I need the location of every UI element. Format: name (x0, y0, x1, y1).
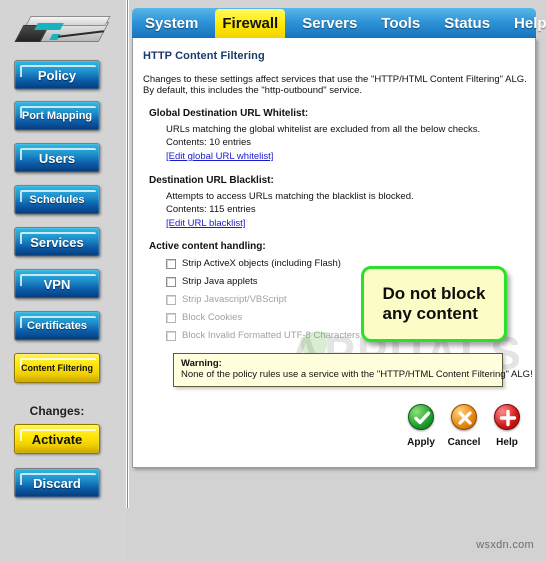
sidebar-item-label: Policy (37, 67, 77, 83)
sidebar-item-port-mapping[interactable]: Port Mapping (14, 101, 100, 131)
whitelist-contents: Contents: 10 entries (166, 137, 252, 148)
activate-button-label: Activate (31, 431, 83, 447)
strip-java-applets-checkbox[interactable] (166, 276, 176, 287)
whitelist-description: URLs matching the global whitelist are e… (166, 124, 481, 135)
strip-javascript-vbscript-checkbox[interactable] (166, 294, 176, 305)
sidebar-item-services[interactable]: Services (14, 227, 100, 257)
tab-label: System (145, 15, 199, 32)
sidebar-item-policy[interactable]: Policy (14, 60, 100, 90)
checkbox-row-strip-activex[interactable]: Strip ActiveX objects (including Flash) (166, 258, 341, 269)
sidebar-item-schedules[interactable]: Schedules (14, 185, 100, 215)
sidebar-item-users[interactable]: Users (14, 143, 100, 173)
checkbox-row-strip-java[interactable]: Strip Java applets (166, 276, 258, 287)
changes-section-label: Changes: (29, 404, 85, 418)
intro-line-2: By default, this includes the "http-outb… (143, 85, 363, 96)
activate-button[interactable]: Activate (14, 424, 100, 454)
sidebar-item-vpn[interactable]: VPN (14, 269, 100, 299)
blacklist-heading: Destination URL Blacklist: (149, 175, 274, 186)
sidebar-item-label: Services (30, 234, 84, 250)
sidebar-item-label: Certificates (27, 319, 87, 332)
checkbox-label: Block Cookies (182, 312, 243, 323)
tab-firewall[interactable]: Firewall (215, 9, 286, 38)
apply-button[interactable]: Apply (403, 404, 439, 456)
checkbox-label: Strip Java applets (182, 276, 258, 287)
help-button[interactable]: Help (489, 404, 525, 456)
strip-activex-checkbox[interactable] (166, 258, 176, 269)
source-watermark: wsxdn.com (476, 539, 534, 551)
main-panel: System Firewall Servers Tools Status Hel… (132, 8, 546, 468)
warning-title: Warning: (181, 358, 222, 369)
action-button-row: Apply Cancel Help (403, 404, 525, 456)
help-button-label: Help (496, 437, 518, 448)
tab-system[interactable]: System (138, 9, 205, 38)
checkbox-label: Block Invalid Formatted UTF-8 Characters (182, 330, 360, 341)
sidebar-divider (126, 0, 129, 508)
discard-button[interactable]: Discard (14, 468, 100, 498)
router-device-image (14, 10, 112, 52)
checkbox-label: Strip Javascript/VBScript (182, 294, 287, 305)
checkbox-row-strip-javascript[interactable]: Strip Javascript/VBScript (166, 294, 287, 305)
x-circle-icon (451, 404, 477, 430)
warning-body: None of the policy rules use a service w… (181, 369, 533, 380)
discard-button-label: Discard (33, 475, 81, 491)
blacklist-contents: Contents: 115 entries (166, 204, 256, 215)
tab-label: Firewall (222, 15, 279, 32)
active-content-heading: Active content handling: (149, 241, 266, 252)
checkbox-row-block-invalid-utf8[interactable]: Block Invalid Formatted UTF-8 Characters (166, 330, 360, 341)
warning-box: Warning: None of the policy rules use a … (173, 353, 533, 387)
annotation-callout: Do not block any content (361, 266, 507, 342)
block-cookies-checkbox[interactable] (166, 312, 176, 323)
tab-status[interactable]: Status (437, 9, 497, 38)
intro-line-1: Changes to these settings affect service… (143, 74, 527, 85)
tab-label: Help (514, 15, 546, 32)
edit-url-blacklist-link[interactable]: [Edit URL blacklist] (166, 218, 245, 229)
cancel-button[interactable]: Cancel (446, 404, 482, 456)
annotation-callout-text: Do not block any content (382, 284, 486, 323)
whitelist-heading: Global Destination URL Whitelist: (149, 108, 309, 119)
blacklist-description: Attempts to access URLs matching the bla… (166, 191, 414, 202)
tab-servers[interactable]: Servers (295, 9, 364, 38)
cancel-button-label: Cancel (447, 437, 481, 448)
tab-help[interactable]: Help (507, 9, 546, 38)
checkbox-label: Strip ActiveX objects (including Flash) (182, 258, 341, 269)
edit-global-url-whitelist-link[interactable]: [Edit global URL whitelist] (166, 151, 273, 162)
sidebar-item-label: Schedules (29, 193, 85, 206)
sidebar-item-label: Users (38, 150, 76, 166)
check-circle-icon (408, 404, 434, 430)
page-title: HTTP Content Filtering (143, 50, 265, 62)
apply-button-label: Apply (407, 437, 435, 448)
tab-label: Status (444, 15, 491, 32)
checkbox-row-block-cookies[interactable]: Block Cookies (166, 312, 242, 323)
tab-label: Servers (302, 15, 358, 32)
sidebar-item-label: Content Filtering (21, 362, 93, 373)
sidebar-item-content-filtering[interactable]: Content Filtering (14, 353, 100, 383)
sidebar-item-label: VPN (43, 276, 71, 292)
app-window: Policy Port Mapping Users Schedules Serv… (0, 0, 546, 561)
tab-label: Tools (381, 15, 421, 32)
sidebar: Policy Port Mapping Users Schedules Serv… (0, 0, 126, 561)
tab-bar: System Firewall Servers Tools Status Hel… (132, 8, 546, 38)
sidebar-item-label: Port Mapping (21, 109, 93, 122)
sidebar-item-certificates[interactable]: Certificates (14, 311, 100, 341)
device-accent-stripe (34, 23, 64, 30)
content-page: HTTP Content Filtering Changes to these … (132, 38, 536, 468)
tab-tools[interactable]: Tools (374, 9, 427, 38)
plus-circle-icon (494, 404, 520, 430)
block-invalid-utf8-checkbox[interactable] (166, 330, 176, 341)
